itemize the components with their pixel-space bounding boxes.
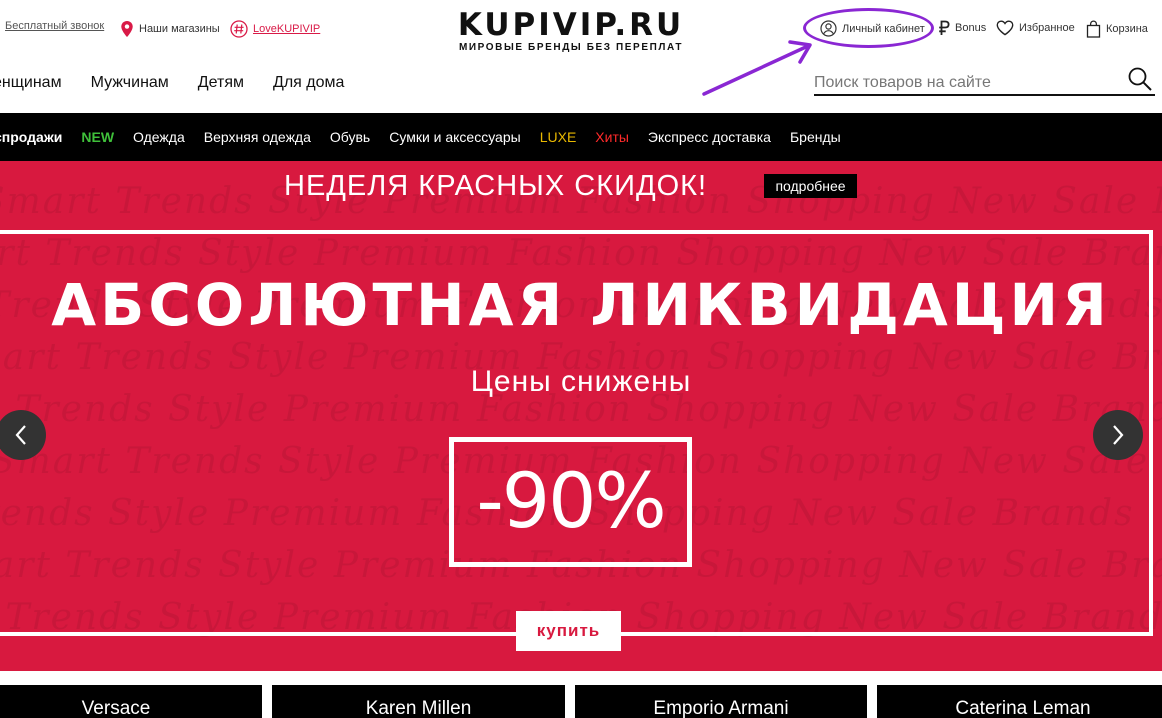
category-sales[interactable]: спродажи	[0, 129, 62, 145]
category-shoes[interactable]: Обувь	[330, 129, 370, 145]
free-call-link[interactable]: Бесплатный звонок	[0, 20, 104, 32]
annotation-arrow-icon	[702, 40, 812, 96]
stores-link[interactable]: Наши магазины	[120, 20, 220, 38]
promo-banner[interactable]: Smart Trends Style Premium Fashion Shopp…	[0, 161, 1162, 671]
free-call-label: Бесплатный звонок	[5, 20, 105, 32]
discount-box: -90%	[449, 437, 692, 567]
carousel-next-button[interactable]	[1093, 410, 1143, 460]
favorites-link[interactable]: Избранное	[996, 20, 1075, 36]
lovekupivip-link[interactable]: LoveKUPIVIP	[230, 20, 320, 38]
brand-tile-emporio-armani[interactable]: Emporio Armani	[575, 685, 867, 718]
banner-week-title: НЕДЕЛЯ КРАСНЫХ СКИДОК!	[284, 170, 708, 202]
category-bar: спродажи NEW Одежда Верхняя одежда Обувь…	[0, 113, 1162, 161]
annotation-circle	[803, 8, 934, 48]
shopping-bag-icon	[1086, 20, 1101, 38]
bonus-link[interactable]: Bonus	[938, 20, 986, 36]
chevron-right-icon	[1113, 425, 1124, 445]
main-navigation: енщинам Мужчинам Детям Для дома	[0, 74, 373, 98]
site-logo[interactable]: KUPIVIP.RU МИРОВЫЕ БРЕНДЫ БЕЗ ПЕРЕПЛАТ	[456, 9, 686, 53]
category-outerwear[interactable]: Верхняя одежда	[204, 129, 311, 145]
favorites-label: Избранное	[1019, 22, 1075, 34]
ruble-icon	[938, 20, 950, 36]
cart-link[interactable]: Корзина	[1086, 20, 1148, 38]
category-hits[interactable]: Хиты	[595, 129, 629, 145]
banner-subheadline: Цены снижены	[470, 365, 692, 398]
hashtag-icon	[230, 20, 248, 38]
category-luxe[interactable]: LUXE	[540, 129, 577, 145]
category-brands[interactable]: Бренды	[790, 129, 841, 145]
nav-item-men[interactable]: Мужчинам	[91, 74, 169, 98]
discount-value: -90%	[476, 456, 666, 545]
stores-label: Наши магазины	[139, 23, 220, 35]
brand-tile-versace[interactable]: Versace	[0, 685, 262, 718]
category-new[interactable]: NEW	[81, 129, 114, 145]
search-icon[interactable]	[1127, 66, 1153, 97]
banner-headline: АБСОЛЮТНАЯ ЛИКВИДАЦИЯ	[51, 271, 1111, 339]
bonus-label: Bonus	[955, 22, 987, 34]
map-pin-icon	[120, 20, 134, 38]
more-details-button[interactable]: подробнее	[764, 174, 857, 198]
buy-button[interactable]: купить	[516, 611, 621, 651]
brand-tile-caterina-leman[interactable]: Caterina Leman	[877, 685, 1162, 718]
brand-tile-karen-millen[interactable]: Karen Millen	[272, 685, 565, 718]
search-bar	[814, 66, 1155, 96]
logo-wordmark: KUPIVIP.RU	[457, 7, 685, 43]
nav-item-kids[interactable]: Детям	[198, 74, 244, 98]
nav-item-women[interactable]: енщинам	[0, 74, 62, 98]
heart-icon	[996, 20, 1014, 36]
search-input[interactable]	[814, 74, 1114, 92]
chevron-left-icon	[15, 425, 26, 445]
category-bags-accessories[interactable]: Сумки и аксессуары	[389, 129, 520, 145]
nav-item-home[interactable]: Для дома	[273, 74, 344, 98]
category-clothing[interactable]: Одежда	[133, 129, 185, 145]
lovekupivip-label: LoveKUPIVIP	[253, 23, 321, 35]
logo-tagline: МИРОВЫЕ БРЕНДЫ БЕЗ ПЕРЕПЛАТ	[458, 42, 684, 53]
cart-label: Корзина	[1106, 23, 1148, 35]
brand-tiles: Versace Karen Millen Emporio Armani Cate…	[0, 685, 1162, 718]
top-utility-bar: Бесплатный звонок Наши магазины LoveKUPI…	[0, 0, 1162, 58]
category-express-delivery[interactable]: Экспресс доставка	[648, 129, 771, 145]
